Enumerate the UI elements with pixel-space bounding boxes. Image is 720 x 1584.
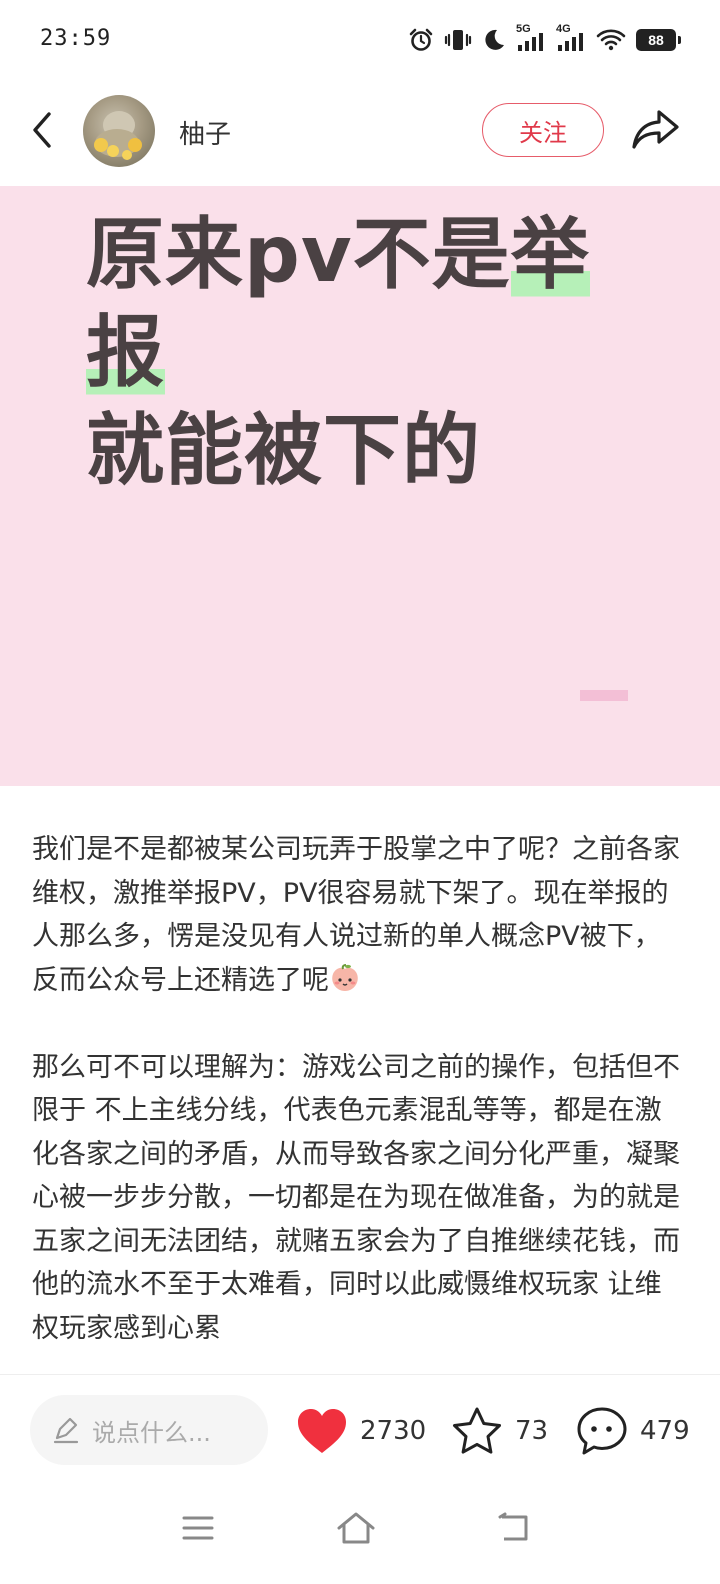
status-bar: 23:59 5G 4G 88 — [0, 0, 720, 80]
cover-image[interactable]: 原来pv不是举报 就能被下的 — [0, 186, 720, 786]
post-header: 柚子 关注 — [0, 84, 720, 184]
favorite-button[interactable]: 73 — [451, 1403, 548, 1459]
menu-icon — [182, 1516, 214, 1540]
avatar[interactable] — [83, 95, 155, 167]
nav-back-button[interactable] — [492, 1506, 536, 1550]
wifi-icon — [596, 28, 626, 52]
follow-button[interactable]: 关注 — [482, 103, 604, 157]
share-icon — [632, 110, 679, 149]
pen-icon — [53, 1417, 79, 1444]
like-button[interactable]: 2730 — [296, 1403, 426, 1459]
cover-decoration — [580, 690, 628, 701]
comment-button[interactable]: 479 — [576, 1403, 690, 1459]
avatar-image — [94, 111, 142, 160]
cover-title: 原来pv不是举报 就能被下的 — [86, 206, 646, 500]
comment-count: 479 — [640, 1416, 690, 1446]
action-bar: 说点什么... 2730 73 479 — [0, 1374, 720, 1485]
status-icons: 5G 4G 88 — [408, 23, 681, 56]
status-time: 23:59 — [40, 26, 112, 51]
paragraph: 那么可不可以理解为：游戏公司之前的操作，包括但不限于 不上主线分线，代表色元素混… — [32, 1051, 680, 1344]
author-name[interactable]: 柚子 — [179, 114, 231, 151]
favorite-count: 73 — [515, 1416, 549, 1446]
peach-emoji — [329, 963, 361, 994]
vibrate-icon — [444, 27, 472, 53]
nav-menu-button[interactable] — [176, 1506, 220, 1550]
signal-4g-icon: 4G — [556, 23, 586, 53]
home-icon — [337, 1512, 375, 1544]
back-arrow-icon — [33, 112, 51, 148]
moon-icon — [482, 28, 506, 52]
star-icon — [453, 1407, 501, 1454]
back-button[interactable] — [22, 108, 62, 152]
chat-bubble-icon — [577, 1407, 627, 1455]
comment-placeholder: 说点什么... — [92, 1418, 211, 1447]
back-icon — [498, 1512, 528, 1541]
battery-icon: 88 — [636, 29, 681, 51]
share-button[interactable] — [630, 106, 682, 154]
alarm-icon — [408, 27, 434, 53]
paragraph: 我们是不是都被某公司玩弄于股掌之中了呢？之前各家维权，激推举报PV，PV很容易就… — [32, 828, 682, 1002]
comment-input[interactable]: 说点什么... — [30, 1395, 268, 1465]
nav-home-button[interactable] — [334, 1506, 378, 1550]
signal-5g-icon: 5G — [516, 23, 546, 53]
heart-icon — [298, 1409, 346, 1453]
system-nav-bar — [0, 1484, 720, 1584]
post-content: 我们是不是都被某公司玩弄于股掌之中了呢？之前各家维权，激推举报PV，PV很容易就… — [32, 828, 682, 1374]
cover-title-line1: 原来pv不是 — [86, 210, 511, 300]
like-count: 2730 — [360, 1416, 427, 1446]
cover-title-line2: 就能被下的 — [86, 406, 482, 496]
